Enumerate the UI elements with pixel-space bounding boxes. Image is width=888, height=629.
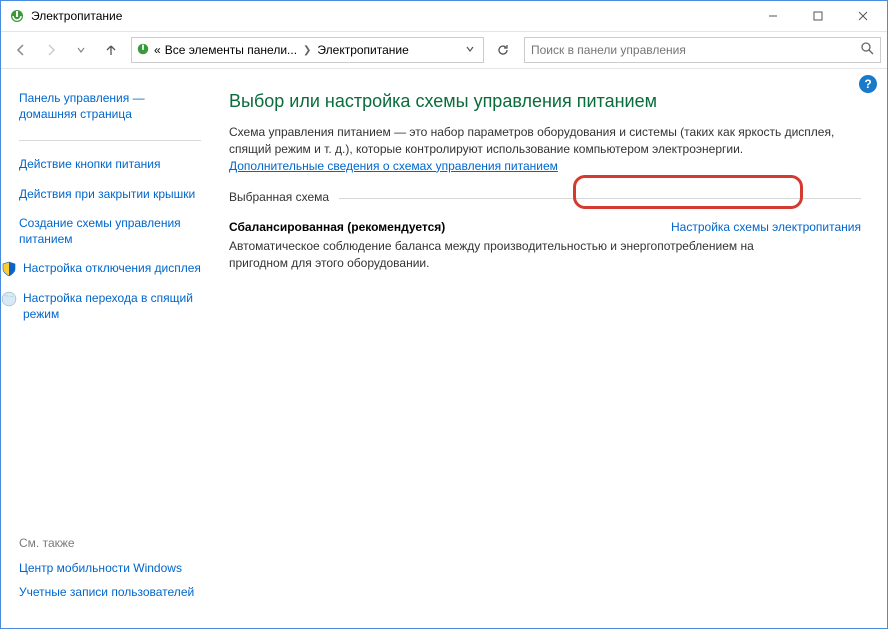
breadcrumb-prefix: « (154, 43, 161, 57)
selected-plan-group: Выбранная схема Сбалансированная (рекоме… (229, 190, 861, 272)
address-bar[interactable]: « Все элементы панели... ❯ Электропитани… (131, 37, 484, 63)
sidebar-link-power-button[interactable]: Действие кнопки питания (19, 156, 201, 172)
minimize-button[interactable] (750, 2, 795, 30)
address-dropdown[interactable] (461, 43, 479, 57)
search-icon[interactable] (861, 42, 874, 58)
sidebar-link-display-off[interactable]: Настройка отключения дисплея (1, 260, 201, 277)
group-legend: Выбранная схема (229, 190, 861, 210)
divider (19, 140, 201, 141)
sidebar-link-label: Настройка перехода в спящий режим (23, 290, 201, 322)
sidebar-link-label: Настройка отключения дисплея (23, 260, 201, 276)
breadcrumb-1[interactable]: Все элементы панели... (165, 43, 297, 57)
globe-icon (1, 291, 17, 307)
recent-dropdown[interactable] (67, 36, 95, 64)
chevron-right-icon[interactable]: ❯ (301, 45, 313, 56)
control-panel-home-link[interactable]: Панель управления — домашняя страница (19, 90, 201, 122)
plan-description: Автоматическое соблюдение баланса между … (229, 238, 789, 272)
up-button[interactable] (97, 36, 125, 64)
app-icon-small (136, 42, 150, 59)
sidebar-link-create-plan[interactable]: Создание схемы управления питанием (19, 215, 201, 247)
back-button[interactable] (7, 36, 35, 64)
plan-settings-link[interactable]: Настройка схемы электропитания (671, 220, 861, 234)
see-also-users[interactable]: Учетные записи пользователей (19, 584, 201, 600)
navbar: « Все элементы панели... ❯ Электропитани… (1, 31, 887, 69)
titlebar: Электропитание (1, 1, 887, 31)
app-icon (9, 8, 25, 24)
refresh-button[interactable] (490, 37, 516, 63)
search-box[interactable] (524, 37, 881, 63)
search-input[interactable] (531, 43, 861, 57)
plan-name: Сбалансированная (рекомендуется) (229, 220, 445, 234)
see-also-mobility[interactable]: Центр мобильности Windows (19, 560, 201, 576)
see-also-heading: См. также (19, 536, 201, 550)
sidebar: Панель управления — домашняя страница Де… (1, 69, 211, 628)
content-area: ? Панель управления — домашняя страница … (1, 69, 887, 628)
divider (339, 198, 861, 199)
close-button[interactable] (840, 2, 885, 30)
main-panel: Выбор или настройка схемы управления пит… (211, 69, 887, 628)
maximize-button[interactable] (795, 2, 840, 30)
sidebar-link-sleep[interactable]: Настройка перехода в спящий режим (1, 290, 201, 322)
sidebar-link-lid-action[interactable]: Действия при закрытии крышки (19, 186, 201, 202)
learn-more-link[interactable]: Дополнительные сведения о схемах управле… (229, 159, 558, 173)
page-heading: Выбор или настройка схемы управления пит… (229, 91, 861, 112)
power-plan: Сбалансированная (рекомендуется) Настрой… (229, 220, 861, 272)
forward-button[interactable] (37, 36, 65, 64)
breadcrumb-2[interactable]: Электропитание (317, 43, 408, 57)
window-title: Электропитание (31, 9, 122, 23)
shield-icon (1, 261, 17, 277)
page-description: Схема управления питанием — это набор па… (229, 124, 861, 174)
description-text: Схема управления питанием — это набор па… (229, 125, 834, 156)
window: Электропитание « Все элементы панели... … (0, 0, 888, 629)
